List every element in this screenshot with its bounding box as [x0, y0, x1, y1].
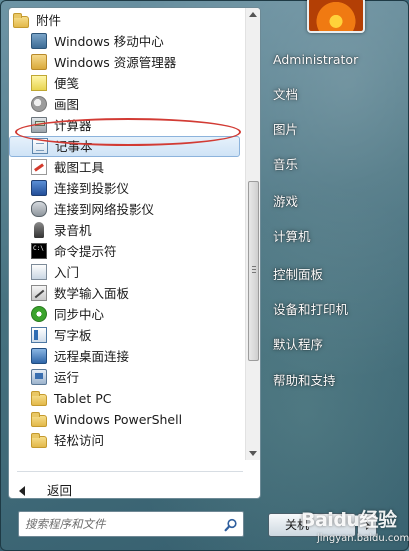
- getting-started-icon: [31, 264, 47, 280]
- folder-icon: [31, 391, 47, 406]
- folder-tablet-pc[interactable]: Tablet PC: [9, 388, 242, 409]
- sticky-notes-icon: [31, 75, 47, 91]
- item-label: 同步中心: [54, 307, 105, 322]
- folder-accessories[interactable]: 附件: [9, 10, 242, 31]
- divider: [17, 471, 243, 472]
- right-item-documents[interactable]: 文档: [273, 83, 298, 107]
- item-label: 入门: [54, 265, 80, 280]
- search-icon[interactable]: [224, 518, 238, 532]
- command-prompt-icon: [31, 243, 47, 259]
- program-explorer[interactable]: Windows 资源管理器: [9, 52, 242, 73]
- projector-icon: [31, 180, 47, 196]
- item-label: 录音机: [54, 223, 92, 238]
- mobility-center-icon: [31, 33, 47, 49]
- item-label: 远程桌面连接: [54, 349, 130, 364]
- item-label: Windows 移动中心: [54, 34, 164, 49]
- right-item-default-programs[interactable]: 默认程序: [273, 333, 323, 357]
- scroll-grip-icon: [252, 266, 256, 273]
- folder-icon: [13, 13, 29, 28]
- program-command-prompt[interactable]: 命令提示符: [9, 241, 242, 262]
- scroll-up-arrow-icon[interactable]: [249, 12, 257, 17]
- program-snipping-tool[interactable]: 截图工具: [9, 157, 242, 178]
- right-item-pictures[interactable]: 图片: [273, 118, 298, 142]
- remote-desktop-icon: [31, 348, 47, 364]
- program-calculator[interactable]: 计算器: [9, 115, 242, 136]
- all-programs-panel: 附件 Windows 移动中心 Windows 资源管理器 便笺 画图 计算器 …: [8, 7, 261, 499]
- paint-icon: [31, 96, 47, 112]
- item-label: 便笺: [54, 76, 80, 91]
- item-label: 命令提示符: [54, 244, 117, 259]
- item-label: 写字板: [54, 328, 92, 343]
- run-icon: [31, 369, 47, 385]
- right-item-music[interactable]: 音乐: [273, 153, 298, 177]
- folder-windows-powershell[interactable]: Windows PowerShell: [9, 409, 242, 430]
- sync-center-icon: [31, 306, 47, 322]
- program-getting-started[interactable]: 入门: [9, 262, 242, 283]
- item-label: 连接到投影仪: [54, 181, 130, 196]
- program-network-projector[interactable]: 连接到网络投影仪: [9, 199, 242, 220]
- snipping-tool-icon: [31, 159, 47, 175]
- wordpad-icon: [31, 327, 47, 343]
- sound-recorder-icon: [34, 222, 44, 238]
- search-box[interactable]: [18, 511, 244, 537]
- shutdown-options-arrow-icon[interactable]: [357, 513, 377, 537]
- notepad-icon: [32, 138, 48, 154]
- folder-icon: [31, 433, 47, 448]
- right-item-control-panel[interactable]: 控制面板: [273, 263, 323, 287]
- item-label: 记事本: [55, 139, 93, 154]
- scroll-down-arrow-icon[interactable]: [249, 451, 257, 456]
- item-label: 运行: [54, 370, 80, 385]
- math-input-icon: [31, 285, 47, 301]
- program-connect-projector[interactable]: 连接到投影仪: [9, 178, 242, 199]
- network-projector-icon: [31, 201, 47, 217]
- calculator-icon: [31, 117, 47, 133]
- explorer-icon: [31, 54, 47, 70]
- program-run[interactable]: 运行: [9, 367, 242, 388]
- program-sound-recorder[interactable]: 录音机: [9, 220, 242, 241]
- right-item-administrator[interactable]: Administrator: [273, 48, 358, 72]
- item-label: 画图: [54, 97, 80, 112]
- program-mobility-center[interactable]: Windows 移动中心: [9, 31, 242, 52]
- start-menu: 附件 Windows 移动中心 Windows 资源管理器 便笺 画图 计算器 …: [0, 0, 409, 551]
- program-sticky-notes[interactable]: 便笺: [9, 73, 242, 94]
- right-item-devices-printers[interactable]: 设备和打印机: [273, 298, 348, 322]
- program-sync-center[interactable]: 同步中心: [9, 304, 242, 325]
- item-label: 连接到网络投影仪: [54, 202, 155, 217]
- scroll-thumb[interactable]: [248, 181, 259, 361]
- user-picture-avatar[interactable]: [307, 0, 365, 33]
- item-label: Tablet PC: [54, 391, 112, 406]
- back-arrow-icon: [19, 486, 25, 496]
- shutdown-button[interactable]: 关机: [268, 513, 356, 537]
- program-paint[interactable]: 画图: [9, 94, 242, 115]
- item-label: 截图工具: [54, 160, 105, 175]
- folder-icon: [31, 412, 47, 427]
- program-list-scrollbar[interactable]: [245, 8, 260, 460]
- item-label: 轻松访问: [54, 433, 105, 448]
- back-button[interactable]: 返回: [19, 480, 219, 498]
- program-list: 附件 Windows 移动中心 Windows 资源管理器 便笺 画图 计算器 …: [9, 10, 242, 451]
- item-label: 计算器: [54, 118, 92, 133]
- item-label: 附件: [36, 13, 62, 28]
- program-math-input[interactable]: 数学输入面板: [9, 283, 242, 304]
- item-label: 数学输入面板: [54, 286, 130, 301]
- right-item-games[interactable]: 游戏: [273, 190, 298, 214]
- program-wordpad[interactable]: 写字板: [9, 325, 242, 346]
- right-item-computer[interactable]: 计算机: [273, 225, 311, 249]
- item-label: Windows 资源管理器: [54, 55, 177, 70]
- program-notepad[interactable]: 记事本: [9, 136, 240, 157]
- program-remote-desktop[interactable]: 远程桌面连接: [9, 346, 242, 367]
- back-label: 返回: [47, 483, 73, 498]
- item-label: Windows PowerShell: [54, 412, 183, 427]
- right-item-help-support[interactable]: 帮助和支持: [273, 369, 336, 393]
- folder-ease-of-access[interactable]: 轻松访问: [9, 430, 242, 451]
- search-input[interactable]: [25, 515, 221, 533]
